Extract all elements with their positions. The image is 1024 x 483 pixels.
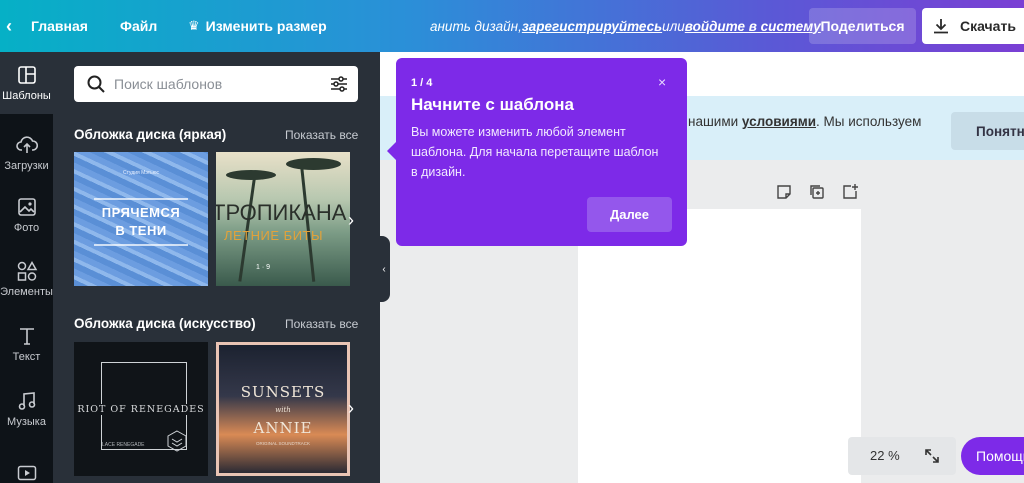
- elements-icon: [17, 260, 37, 281]
- palm-tree-shape: [238, 172, 257, 282]
- thumb-title-line: ANNIE: [253, 419, 313, 437]
- thumb-title-line: ПРЯЧЕМСЯ: [101, 205, 181, 220]
- rail-item-photos[interactable]: Фото: [0, 184, 53, 246]
- back-chevron-icon[interactable]: ‹: [6, 0, 22, 52]
- download-icon: [934, 19, 948, 34]
- filter-icon[interactable]: [329, 74, 349, 94]
- zoom-control[interactable]: 22 %: [848, 437, 956, 475]
- home-menu[interactable]: Главная: [31, 0, 88, 52]
- upload-cloud-icon: [15, 135, 38, 153]
- cookie-text-suffix: . Мы используем: [816, 114, 922, 129]
- cookie-text: нашими условиями. Мы используем: [688, 114, 921, 129]
- text-icon: [19, 327, 34, 345]
- signup-link[interactable]: зарегистрируйтесь: [522, 19, 662, 34]
- templates-icon: [17, 65, 36, 84]
- cookie-text-prefix: нашими: [688, 114, 742, 129]
- side-rail: Шаблоны Загрузки Фото Элементы Текст Муз…: [0, 52, 53, 483]
- close-icon[interactable]: ×: [658, 74, 666, 90]
- section-title: Обложка диска (яркая): [74, 127, 227, 142]
- thumb-small-text: Студия Мэтьюс: [123, 170, 159, 176]
- signup-prompt: анить дизайн, зарегистрируйтесь или войд…: [430, 0, 821, 52]
- file-menu[interactable]: Файл: [120, 0, 157, 52]
- rail-label: Музыка: [7, 415, 46, 428]
- palm-leaves-shape: [226, 170, 276, 180]
- template-thumbnail[interactable]: ТРОПИКАНА ЛЕТНИЕ БИТЫ 1 · 9: [216, 152, 350, 286]
- thumb-title-with: with: [275, 406, 291, 414]
- note-icon[interactable]: [775, 183, 793, 201]
- login-link[interactable]: войдите в систему: [685, 19, 821, 34]
- thumb-small-text: ORIGINAL SOUNDTRACK: [255, 441, 311, 446]
- video-icon: [17, 465, 36, 480]
- templates-panel: Обложка диска (яркая) Показать все Студи…: [53, 52, 380, 483]
- thumb-title-line: SUNSETS: [240, 383, 326, 401]
- zoom-value[interactable]: 22 %: [870, 448, 900, 463]
- search-icon: [87, 75, 105, 93]
- rail-label: Шаблоны: [2, 89, 51, 102]
- photo-icon: [17, 197, 36, 216]
- design-canvas[interactable]: [578, 209, 861, 483]
- search-input[interactable]: [114, 66, 314, 102]
- chevron-left-icon: ‹: [382, 263, 386, 275]
- rail-label: Загрузки: [4, 159, 49, 172]
- download-label: Скачать: [960, 18, 1016, 34]
- thumb-divider: [94, 198, 188, 200]
- thumb-small-text: 1 · 9: [256, 264, 271, 271]
- thumb-title: RIOT OF RENEGADES: [74, 404, 208, 415]
- duplicate-page-icon[interactable]: [808, 183, 826, 201]
- tour-title: Начните с шаблона: [411, 95, 574, 114]
- rail-item-elements[interactable]: Элементы: [0, 248, 53, 310]
- add-page-icon[interactable]: [841, 183, 859, 201]
- cookie-accept-button[interactable]: Понятно: [951, 112, 1024, 150]
- thumb-small-text: LACE RENEGADE: [102, 442, 145, 448]
- template-thumbnail[interactable]: SUNSETS with ANNIE ORIGINAL SOUNDTRACK: [216, 342, 350, 476]
- rail-item-uploads[interactable]: Загрузки: [0, 122, 53, 184]
- next-button[interactable]: Далее: [587, 197, 672, 232]
- next-arrow-icon[interactable]: ›: [348, 398, 354, 419]
- thumb-title: ПРЯЧЕМСЯ В ТЕНИ: [74, 204, 208, 240]
- thumb-divider: [94, 244, 188, 246]
- template-search[interactable]: [74, 66, 358, 102]
- music-icon: [18, 391, 35, 410]
- thumb-subtitle: ЛЕТНИЕ БИТЫ: [224, 228, 323, 243]
- rail-item-text[interactable]: Текст: [0, 313, 53, 375]
- show-all-link[interactable]: Показать все: [285, 128, 358, 142]
- thumb-title-line: В ТЕНИ: [115, 223, 167, 238]
- next-arrow-icon[interactable]: ›: [348, 210, 354, 231]
- hexagon-logo-icon: [167, 430, 187, 452]
- rail-label: Текст: [12, 350, 41, 363]
- onboarding-tooltip: 1 / 4 × Начните с шаблона Вы можете изме…: [387, 58, 687, 246]
- collapse-panel-button[interactable]: ‹: [378, 236, 390, 302]
- signup-or: или: [662, 18, 685, 34]
- show-all-link[interactable]: Показать все: [285, 317, 358, 331]
- fullscreen-icon[interactable]: [923, 447, 941, 465]
- template-thumbnail[interactable]: RIOT OF RENEGADES LACE RENEGADE: [74, 342, 208, 476]
- rail-label: Фото: [13, 221, 40, 234]
- rail-item-video[interactable]: [0, 444, 53, 483]
- top-bar: ‹ Главная Файл ♛ Изменить размер анить д…: [0, 0, 1024, 52]
- resize-label: Изменить размер: [205, 18, 327, 34]
- resize-menu[interactable]: ♛ Изменить размер: [188, 0, 327, 52]
- rail-item-templates[interactable]: Шаблоны: [0, 52, 53, 114]
- rail-label: Элементы: [0, 285, 53, 298]
- palm-leaves-shape: [286, 158, 341, 170]
- download-button[interactable]: Скачать: [922, 8, 1024, 44]
- rail-item-music[interactable]: Музыка: [0, 378, 53, 440]
- template-thumbnail[interactable]: Студия Мэтьюс ПРЯЧЕМСЯ В ТЕНИ: [74, 152, 208, 286]
- tour-body: Вы можете изменить любой элемент шаблона…: [411, 125, 659, 179]
- signup-prefix: анить дизайн,: [430, 18, 522, 34]
- tour-step-counter: 1 / 4: [411, 77, 433, 89]
- terms-link[interactable]: условиями: [742, 114, 816, 129]
- thumb-title: ТРОПИКАНА: [216, 200, 347, 225]
- thumb-title: SUNSETS with ANNIE: [219, 383, 347, 437]
- section-title: Обложка диска (искусство): [74, 316, 256, 331]
- help-button[interactable]: Помощь: [961, 437, 1024, 475]
- share-button[interactable]: Поделиться: [809, 8, 916, 44]
- crown-icon: ♛: [188, 18, 200, 33]
